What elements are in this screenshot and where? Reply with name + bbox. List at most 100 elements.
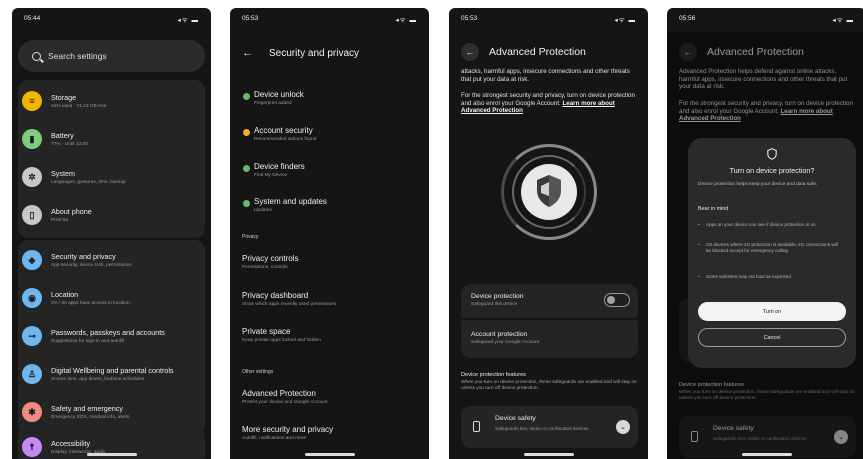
gear-icon: ✲ xyxy=(22,167,42,187)
status-time: 05:53 xyxy=(242,15,259,22)
item-subtitle: On / 30 apps have access to location xyxy=(51,301,130,306)
turn-on-protection-dialog: Turn on device protection? Device protec… xyxy=(688,138,856,368)
advanced-protection-dialog-screen: 05:56 ◂ᯤ ▬ ← Advanced Protection Advance… xyxy=(667,8,863,459)
device-safety-card[interactable]: Device safety Safeguards lost, stolen or… xyxy=(461,406,638,448)
item-title: Device protection xyxy=(471,293,524,300)
status-icons: ◂ᯤ ▬ xyxy=(395,17,417,24)
back-arrow-icon[interactable]: ← xyxy=(461,43,479,61)
page-title: Advanced Protection xyxy=(489,46,586,58)
status-time: 05:53 xyxy=(461,15,478,22)
advanced-protection-item[interactable]: Advanced Protection Protect your device … xyxy=(242,389,419,405)
settings-item-passwords[interactable]: ⊸ Passwords, passkeys and accounts Sugge… xyxy=(12,317,211,355)
gesture-bar[interactable] xyxy=(304,453,355,456)
settings-item-battery[interactable]: ▮ Battery 77% · Until 12:00 xyxy=(12,120,211,158)
check-icon xyxy=(243,93,250,100)
item-title: More security and privacy xyxy=(242,425,334,434)
gesture-bar[interactable] xyxy=(741,453,792,456)
device-protection-toggle[interactable] xyxy=(604,293,630,307)
account-protection-row[interactable]: Account protection Safeguard your Google… xyxy=(461,320,638,358)
item-subtitle: Show which apps recently used permission… xyxy=(242,302,337,307)
item-subtitle: Screen time, app timers, bedtime schedul… xyxy=(51,377,145,382)
key-icon: ⊸ xyxy=(22,326,42,346)
cancel-button[interactable]: Cancel xyxy=(698,328,846,347)
item-title: Advanced Protection xyxy=(242,389,316,398)
settings-item-storage[interactable]: ≡ Storage 44% used · 71.23 GB free xyxy=(12,82,211,120)
status-bar: 05:56 ◂ᯤ ▬ xyxy=(667,8,863,30)
card-title: Device safety xyxy=(495,415,536,422)
item-subtitle: Permissions, controls xyxy=(242,265,288,270)
status-time: 05:56 xyxy=(679,15,696,22)
item-subtitle: Recommended actions found xyxy=(254,137,317,142)
location-icon: ◉ xyxy=(22,288,42,308)
search-input[interactable]: Search settings xyxy=(18,40,205,72)
features-header: Device protection features xyxy=(461,372,526,378)
privacy-section-header: Privacy xyxy=(242,234,259,240)
card-subtitle: Safeguards lost, stolen or confiscated d… xyxy=(495,426,589,431)
item-subtitle: Safeguard your Google Account xyxy=(471,340,540,345)
asterisk-icon: ✱ xyxy=(22,402,42,422)
gesture-bar[interactable] xyxy=(86,453,137,456)
dialog-description: Device protection helps keep your device… xyxy=(698,182,818,187)
advanced-protection-screen: 05:53 ◂ᯤ ▬ ← Advanced Protection attacks… xyxy=(449,8,648,459)
account-security-item[interactable]: Account security Recommended actions fou… xyxy=(242,126,419,142)
item-title: Safety and emergency xyxy=(51,404,123,413)
item-title: Privacy dashboard xyxy=(242,291,309,300)
item-subtitle: Languages, gestures, time, backup xyxy=(51,180,126,185)
features-description: When you turn on device protection, thes… xyxy=(461,380,637,391)
bullet-item: Apps on your device can see if device pr… xyxy=(698,222,844,228)
item-subtitle: Updates xyxy=(254,208,272,213)
settings-item-security[interactable]: ◈ Security and privacy App security, dev… xyxy=(12,241,211,279)
back-arrow-icon[interactable]: ← xyxy=(242,47,253,59)
top-bar: ← Security and privacy xyxy=(230,43,429,63)
settings-item-system[interactable]: ✲ System Languages, gestures, time, back… xyxy=(12,158,211,196)
shield-icon xyxy=(537,175,561,207)
item-title: Storage xyxy=(51,93,77,102)
settings-item-safety[interactable]: ✱ Safety and emergency Emergency SOS, me… xyxy=(12,393,211,431)
item-title: Device unlock xyxy=(254,90,304,99)
item-title: System and updates xyxy=(254,197,327,206)
item-title: Private space xyxy=(242,327,291,336)
item-subtitle: Keep private apps locked and hidden xyxy=(242,338,321,343)
item-title: Location xyxy=(51,290,79,299)
device-finders-item[interactable]: Device finders Find My Device xyxy=(242,162,419,178)
bullet-item: On devices where 2G protection is availa… xyxy=(698,242,844,254)
item-subtitle: Autofill, notifications and more xyxy=(242,436,306,441)
settings-screen: 05:44 ◂ᯤ ▬ Search settings ≡ Storage 44%… xyxy=(12,8,211,459)
privacy-controls-item[interactable]: Privacy controls Permissions, controls xyxy=(242,254,419,270)
settings-item-location[interactable]: ◉ Location On / 30 apps have access to l… xyxy=(12,279,211,317)
status-bar: 05:53 ◂ᯤ ▬ xyxy=(230,8,429,30)
status-time: 05:44 xyxy=(24,15,41,22)
battery-icon: ▮ xyxy=(22,129,42,149)
page-title: Security and privacy xyxy=(269,47,360,59)
more-security-item[interactable]: More security and privacy Autofill, noti… xyxy=(242,425,419,441)
item-subtitle: 77% · Until 12:00 xyxy=(51,142,88,147)
settings-item-about-phone[interactable]: ▯ About phone Pixel 6a xyxy=(12,196,211,234)
item-subtitle: Protect your device and Google Account xyxy=(242,400,328,405)
item-title: Battery xyxy=(51,131,74,140)
item-title: Account security xyxy=(254,126,313,135)
shield-icon: ◈ xyxy=(22,250,42,270)
status-icons: ◂ᯤ ▬ xyxy=(177,17,199,24)
device-unlock-item[interactable]: Device unlock Fingerprint added xyxy=(242,90,419,106)
status-bar: 05:53 ◂ᯤ ▬ xyxy=(449,8,648,30)
chevron-down-icon[interactable]: ⌄ xyxy=(616,420,630,434)
search-icon xyxy=(32,51,41,61)
phone-icon xyxy=(473,421,480,432)
gesture-bar[interactable] xyxy=(523,453,574,456)
system-updates-item[interactable]: System and updates Updates xyxy=(242,197,419,213)
accessibility-icon: ☨ xyxy=(22,437,42,457)
bullet-item: Some websites may not load as expected xyxy=(698,274,844,280)
item-title: Security and privacy xyxy=(51,252,116,261)
item-subtitle: App security, device lock, permissions xyxy=(51,263,132,268)
item-subtitle: Fingerprint added xyxy=(254,101,292,106)
device-protection-row[interactable]: Device protection Safeguard this device xyxy=(461,284,638,318)
privacy-dashboard-item[interactable]: Privacy dashboard Show which apps recent… xyxy=(242,291,419,307)
status-icons: ◂ᯤ ▬ xyxy=(832,17,854,24)
turn-on-button[interactable]: Turn on xyxy=(698,302,846,321)
item-title: Passwords, passkeys and accounts xyxy=(51,328,165,337)
settings-item-wellbeing[interactable]: ♙ Digital Wellbeing and parental control… xyxy=(12,355,211,393)
item-subtitle: Safeguard this device xyxy=(471,302,518,307)
intro-text: attacks, harmful apps, insecure connecti… xyxy=(461,68,630,83)
private-space-item[interactable]: Private space Keep private apps locked a… xyxy=(242,327,419,343)
check-icon xyxy=(243,200,250,207)
